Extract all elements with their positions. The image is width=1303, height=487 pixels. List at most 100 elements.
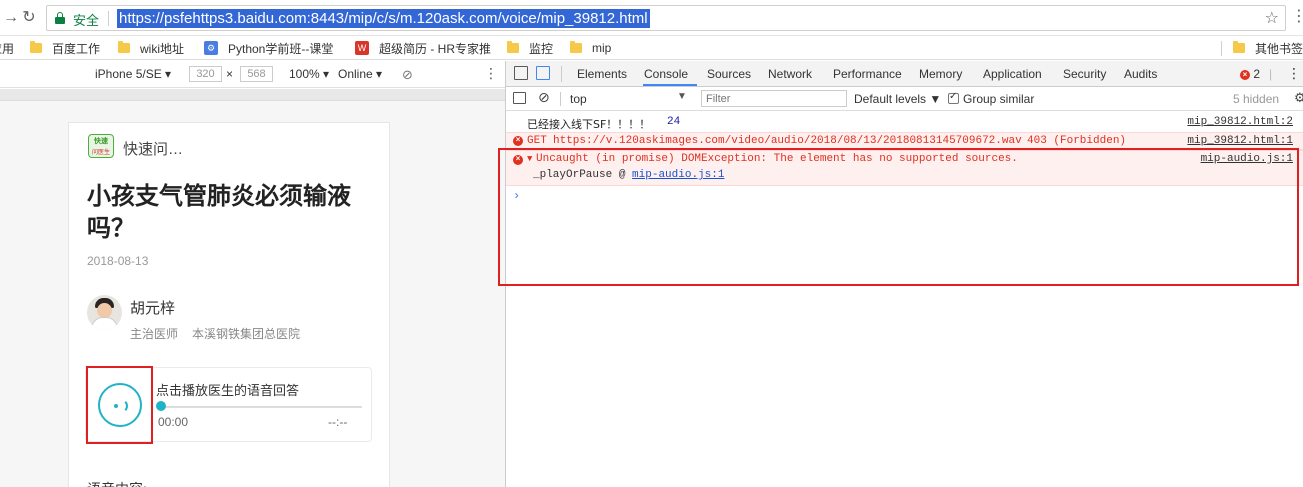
site-logo-top-text: 快速 [94,138,108,145]
bookmark-apps-label: 应用 [0,41,15,56]
bookmark-label: mip [592,41,612,55]
address-bar-row: → ↻ 安全 https://psfehttps3.baidu.com:8443… [0,0,1303,36]
inspect-element-icon[interactable] [514,66,528,80]
bookmark-item[interactable]: mip [570,40,611,56]
doctor-avatar[interactable] [87,295,122,330]
width-input[interactable]: 320 [189,66,222,82]
omnibox[interactable]: 安全 https://psfehttps3.baidu.com:8443/mip… [46,5,1286,31]
site-name[interactable]: 快速问… [123,138,183,159]
bookmark-item[interactable]: ⚙ Python学前班--课堂 [204,40,333,56]
folder-icon [1233,41,1245,53]
group-similar-checkbox[interactable] [948,91,959,104]
bookmark-label: 监控 [529,41,554,56]
forward-icon[interactable]: → [2,9,20,27]
site-logo: 快速 问医生 [88,134,114,158]
tab-elements[interactable]: Elements [577,67,627,81]
context-select[interactable]: top [570,92,587,106]
voice-content-label: 语音内容: [87,479,147,487]
bookmark-label: Python学前班--课堂 [228,41,334,56]
bookmark-other-label: 其他书签 [1255,41,1303,56]
log-value: 24 [667,116,681,128]
console-log-row: 已经接入线下SF！！！！ 24 mip_39812.html:2 [506,115,1303,132]
device-more-icon[interactable]: ⋮ [484,65,498,82]
bookmark-label: 超级简历 - HR专家推 [379,41,491,56]
clear-console-icon[interactable]: ⊘ [538,89,550,106]
bookmark-item[interactable]: 监控 [507,40,553,56]
tab-console[interactable]: Console [644,67,688,81]
console-filter-input[interactable] [701,90,847,107]
resume-site-icon: W [355,41,369,55]
log-levels-label: Default levels [854,92,927,106]
tab-application[interactable]: Application [983,67,1042,81]
browser-menu-icon[interactable]: ⋮ [1291,8,1303,26]
python-site-icon: ⚙ [204,41,218,55]
bookmarks-bar: 应用 百度工作 wiki地址 ⚙ Python学前班--课堂 W 超级简历 - HR… [0,36,1303,60]
network-select[interactable]: Online ▾ [338,67,382,81]
device-select-label: iPhone 5/SE [95,67,162,81]
tab-divider [561,66,562,82]
error-count: 2 [1253,67,1261,81]
dimension-separator: × [226,67,234,81]
error-source-link[interactable]: mip_39812.html:1 [1187,135,1293,147]
annotation-box-console [498,148,1299,286]
bookmark-item[interactable]: 百度工作 [30,40,100,56]
error-method: GET [527,135,547,147]
reload-icon[interactable]: ↻ [20,9,38,27]
devtools-tab-bar: Elements Console Sources Network Perform… [506,61,1303,87]
annotation-box-play [86,366,153,444]
site-logo-bottom-text: 问医生 [91,150,110,156]
tab-sources[interactable]: Sources [707,67,751,81]
group-similar-label: Group similar [963,92,1035,106]
height-input[interactable]: 568 [240,66,273,82]
log-source-link[interactable]: mip_39812.html:2 [1187,116,1293,128]
folder-icon [570,41,582,53]
audio-total-time: --:-- [328,415,348,429]
zoom-select[interactable]: 100% ▾ [289,67,329,81]
omnibox-divider [108,11,109,26]
console-settings-icon[interactable]: ⚙ [1294,90,1303,106]
device-ruler [0,89,505,101]
sidebar-toggle-icon[interactable] [513,92,526,104]
error-status: 403 (Forbidden) [1027,135,1127,147]
error-icon: × [513,136,523,146]
error-counter[interactable]: × 2 [1240,67,1260,81]
audio-progress-track[interactable] [160,406,362,408]
tab-performance[interactable]: Performance [833,67,902,81]
filter-divider [560,92,561,106]
tab-memory[interactable]: Memory [919,67,962,81]
audio-title: 点击播放医生的语音回答 [156,383,300,398]
folder-icon [118,41,130,53]
post-date: 2018-08-13 [87,254,149,268]
rotate-icon[interactable]: ⊘ [402,67,413,83]
folder-icon [507,41,519,53]
doctor-title: 主治医师 [130,327,179,341]
log-levels-select[interactable]: Default levels ▼ [854,92,941,106]
context-dropdown-icon[interactable]: ▼ [677,91,687,102]
hidden-count: 5 hidden [1233,92,1280,106]
audio-current-time: 00:00 [158,415,189,429]
bookmark-star-icon[interactable]: ☆ [1265,8,1279,28]
bookmark-item[interactable]: W 超级简历 - HR专家推 [355,40,491,56]
doctor-hospital: 本溪钢铁集团总医院 [192,327,301,341]
zoom-select-label: 100% [289,67,320,81]
tab-security[interactable]: Security [1063,67,1106,81]
error-icon: × [1240,69,1250,80]
bookmark-apps[interactable]: 应用 [0,40,14,56]
device-toolbar: iPhone 5/SE ▾ 320 × 568 100% ▾ Online ▾ … [0,61,505,88]
tab-audits[interactable]: Audits [1124,67,1157,81]
bookmarks-divider [1221,41,1222,56]
bookmark-label: 百度工作 [52,41,101,56]
folder-icon [30,41,42,53]
devtools-menu-icon[interactable]: ⋮ [1287,65,1301,82]
bookmark-other[interactable]: 其他书签 [1233,40,1303,56]
audio-progress-knob[interactable] [156,401,166,411]
error-url[interactable]: https://v.120askimages.com/video/audio/2… [553,135,1022,147]
bookmark-item[interactable]: wiki地址 [118,40,184,56]
url-text[interactable]: https://psfehttps3.baidu.com:8443/mip/c/… [117,9,650,28]
console-filter-bar: ⊘ top ▼ Default levels ▼ Group similar 5… [506,87,1303,111]
lock-icon [55,12,65,24]
tab-network[interactable]: Network [768,67,812,81]
device-toggle-icon[interactable] [536,66,550,80]
device-select[interactable]: iPhone 5/SE ▾ [95,67,171,81]
doctor-name[interactable]: 胡元梓 [130,297,175,318]
